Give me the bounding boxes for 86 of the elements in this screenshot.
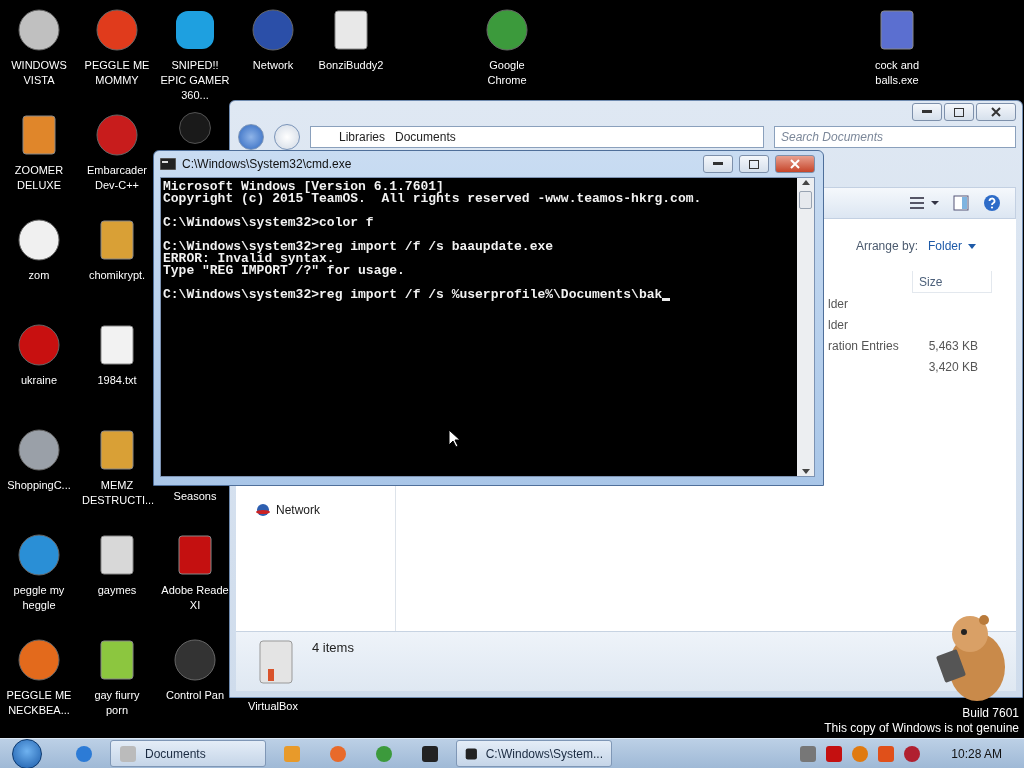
mouse-pointer-icon [448, 429, 460, 448]
console-icon [160, 158, 176, 170]
help-icon[interactable] [983, 194, 1001, 212]
close-icon [790, 159, 800, 169]
taskbar-button[interactable]: Documents [110, 740, 266, 767]
console-line: C:\Windows\system32>reg import /f /s %userprofile%\Documents\bak [163, 289, 795, 301]
app-icon[interactable] [173, 8, 217, 52]
shortcut-label[interactable]: cock and balls.exe [862, 58, 932, 88]
shortcut-label[interactable]: Adobe Reade XI [160, 583, 230, 613]
app-icon[interactable] [17, 638, 61, 682]
console-line: C:\Windows\system32>color f [163, 217, 375, 229]
search-field[interactable]: Search Documents [774, 126, 1016, 148]
shortcut-label[interactable]: PEGGLE ME MOMMY [82, 58, 152, 88]
scrollbar-thumb[interactable] [799, 191, 812, 209]
nav-item[interactable]: Network [256, 503, 395, 517]
tray-icon[interactable] [799, 744, 818, 763]
clock[interactable]: 10:28 AM [951, 746, 1002, 761]
maximize-button[interactable] [739, 155, 769, 173]
build-number: Build 7601 [962, 706, 1019, 721]
console-line: ERROR: Invalid syntax. [163, 253, 335, 265]
console-line: Microsoft Windows [Version 6.1.7601] [163, 181, 444, 193]
back-button[interactable] [238, 124, 264, 150]
minimize-icon [922, 110, 932, 114]
scrollbar[interactable] [797, 178, 814, 476]
minimize-button[interactable] [912, 103, 942, 121]
shortcut-label[interactable]: MEMZ DESTRUCTI... [82, 478, 152, 508]
breadcrumb[interactable]: Libraries [339, 130, 386, 144]
app-icon[interactable] [17, 533, 61, 577]
console-line: C:\Windows\system32>reg import /f /s baaupdate.exe [163, 241, 555, 253]
shortcut-label[interactable]: chomikrypt. [88, 268, 146, 283]
scroll-up-icon[interactable] [801, 180, 810, 185]
shortcut-label[interactable]: ukraine [20, 373, 58, 388]
shortcut-label[interactable]: SNIPED!! EPIC GAMER 360... [160, 58, 230, 103]
app-icon[interactable] [17, 8, 61, 52]
genuine-notice: This copy of Windows is not genuine [824, 721, 1019, 736]
arrange-dropdown[interactable]: Folder [928, 239, 976, 253]
app-icon[interactable] [17, 428, 61, 472]
shortcut-label[interactable]: VirtualBox [248, 699, 298, 714]
library-icon [258, 638, 294, 685]
forward-button[interactable] [274, 124, 300, 150]
size-cell-text: 3,420 KB [927, 358, 979, 376]
view-icon[interactable] [909, 196, 939, 210]
start-button[interactable] [12, 738, 42, 768]
taskbar-button[interactable]: C:\Windows\System... [456, 740, 612, 767]
column-header[interactable]: Size [912, 271, 992, 293]
type-cell-text: lder [828, 295, 849, 313]
type-cell-text: ration Entries [828, 337, 900, 355]
arrange-label: Arrange by: [855, 239, 918, 253]
shortcut-label[interactable]: gay fiurry porn [82, 688, 152, 718]
maximize-button[interactable] [944, 103, 974, 121]
shortcut-label[interactable]: Network [252, 58, 294, 73]
shortcut-label[interactable]: Embarcader Dev-C++ [82, 163, 152, 193]
breadcrumb[interactable]: Documents [395, 130, 456, 144]
shortcut-label[interactable]: BonziBuddy2 [318, 58, 384, 73]
globe-icon [256, 503, 270, 517]
size-cell-text: 5,463 KB [927, 337, 979, 355]
tray-icon[interactable] [825, 744, 844, 763]
console-line: Copyright (c) 2015 TeamOS. All rights reserved -www.teamos-hkrg.com. [163, 193, 703, 205]
shortcut-label[interactable]: Google Chrome [472, 58, 542, 88]
caret-icon [968, 243, 976, 249]
shortcut-label[interactable]: zom [28, 268, 50, 283]
maximize-icon [749, 159, 759, 169]
close-icon [991, 107, 1001, 117]
window-title: C:\Windows\System32\cmd.exe [182, 157, 353, 171]
tray-icon[interactable] [903, 744, 922, 763]
address-bar[interactable]: Libraries Documents [310, 126, 764, 148]
text-cursor [662, 298, 671, 301]
scroll-down-icon[interactable] [801, 469, 810, 474]
shortcut-label[interactable]: ZOOMER DELUXE [4, 163, 74, 193]
minimize-icon [713, 162, 723, 166]
shortcut-label[interactable]: PEGGLE ME NECKBEA... [4, 688, 74, 718]
shortcut-label[interactable]: gaymes [97, 583, 137, 598]
app-icon[interactable] [17, 218, 61, 262]
close-button[interactable] [976, 103, 1016, 121]
shortcut-label[interactable]: ShoppingC... [7, 478, 71, 493]
shortcut-label[interactable]: peggle my heggle [4, 583, 74, 613]
maximize-icon [954, 107, 964, 117]
minimize-button[interactable] [703, 155, 733, 173]
shortcut-label[interactable]: WINDOWS VISTA [4, 58, 74, 88]
shortcut-label[interactable]: Seasons [173, 489, 217, 504]
shortcut-label[interactable]: 1984.txt [97, 373, 137, 388]
console-line: Type "REG IMPORT /?" for usage. [163, 265, 406, 277]
preview-pane-icon[interactable] [953, 195, 969, 211]
type-cell-text: lder [828, 316, 849, 334]
shortcut-label[interactable]: Control Pan [165, 688, 225, 703]
item-count: 4 items [312, 640, 354, 655]
